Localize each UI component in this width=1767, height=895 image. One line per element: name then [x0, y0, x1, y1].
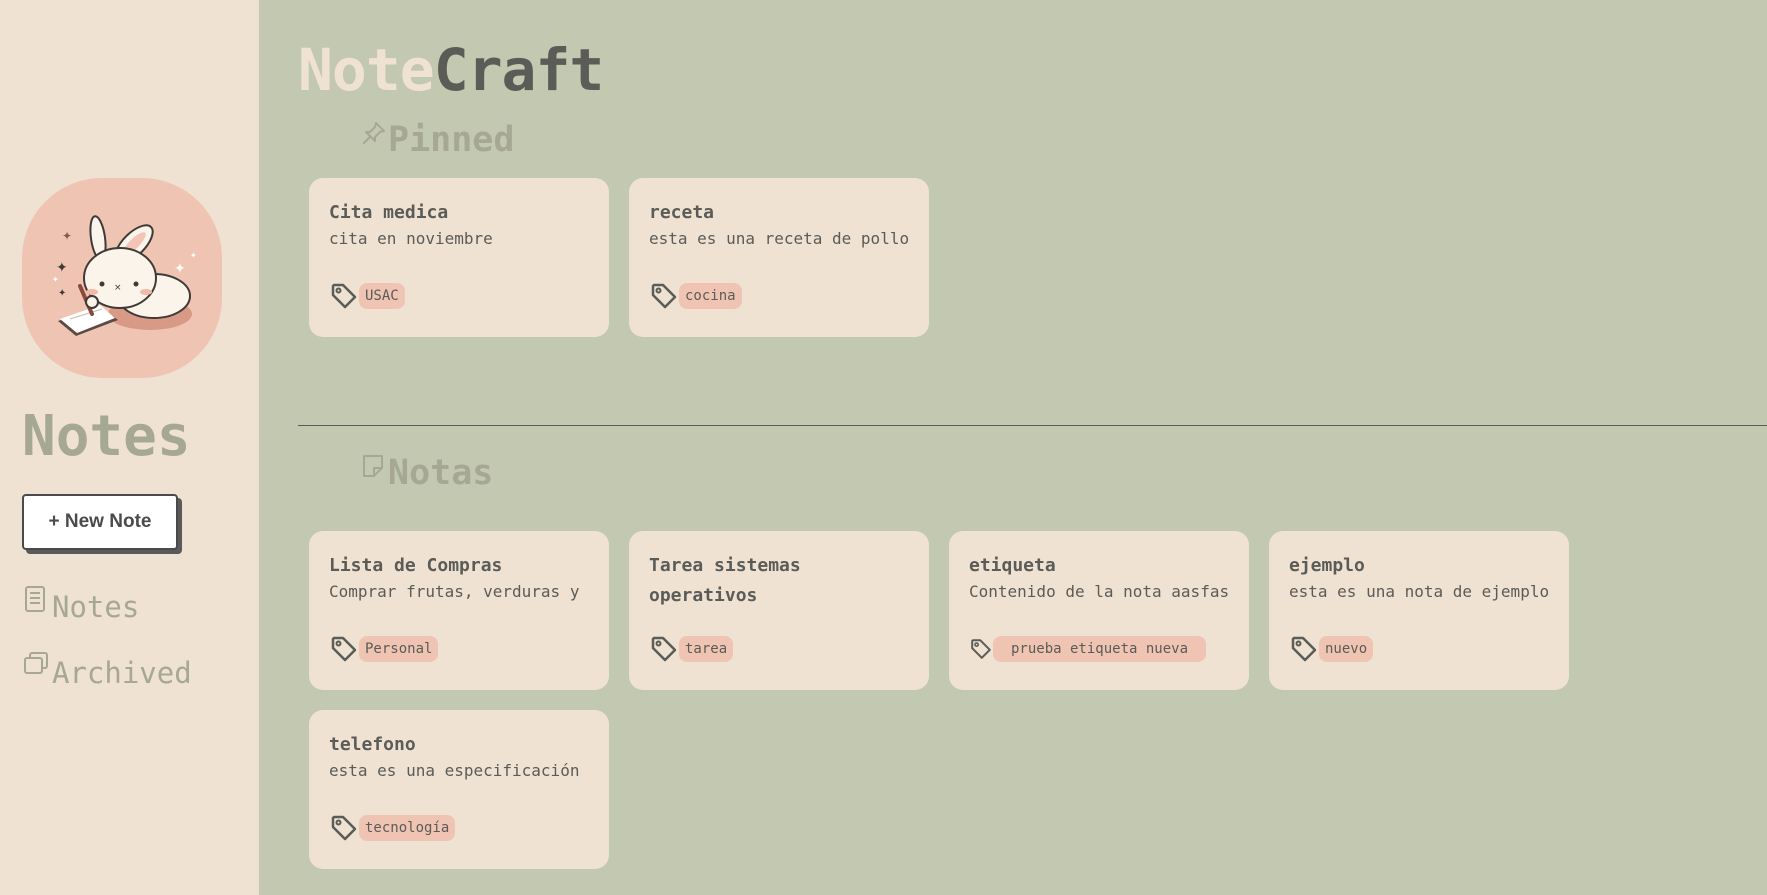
svg-text:✦: ✦ — [62, 229, 72, 243]
new-note-button[interactable]: + New Note — [22, 494, 178, 550]
note-tags: cocina — [649, 281, 742, 311]
note-card[interactable]: etiqueta Contenido de la nota aasfas pru… — [949, 531, 1249, 690]
note-title: etiqueta — [969, 555, 1056, 576]
note-tags: tecnología — [329, 813, 456, 843]
tag-badge[interactable]: tarea — [679, 636, 734, 662]
svg-text:×: × — [114, 283, 122, 293]
nav-label-notes: Notes — [52, 590, 140, 624]
nav-label-archived: Archived — [52, 656, 192, 690]
tag-icon — [651, 283, 677, 309]
note-card[interactable]: receta esta es una receta de pollo cocin… — [629, 178, 929, 337]
note-content: esta es una nota de ejemplo — [1289, 582, 1549, 601]
pinned-section-title: Pinned — [360, 118, 514, 162]
nav-item-archived[interactable]: Archived — [22, 646, 192, 690]
pinned-title-text: Pinned — [388, 120, 515, 160]
sticky-note-icon — [363, 455, 383, 477]
notes-grid: Lista de Compras Comprar frutas, verdura… — [309, 531, 1569, 869]
note-card[interactable]: Lista de Compras Comprar frutas, verdura… — [309, 531, 609, 690]
tag-badge[interactable]: nuevo — [1319, 636, 1374, 662]
sidebar-title: Notes — [22, 404, 191, 469]
note-title: Tarea sistemas operativos — [649, 555, 801, 606]
tag-icon — [1291, 636, 1317, 662]
nav-item-notes[interactable]: Notes — [22, 580, 139, 624]
notes-section-title: Notas — [360, 451, 493, 495]
tag-icon — [971, 639, 991, 659]
tag-badge[interactable]: Personal — [359, 636, 439, 662]
note-tags: USAC — [329, 281, 405, 311]
sidebar: × ✦ ✦ ✦ ✦ ✦ ✦ Notes + New Note Notes Arc… — [0, 0, 259, 895]
archive-icon — [24, 652, 48, 674]
note-tags: nuevo — [1289, 634, 1374, 664]
note-title: telefono — [329, 734, 416, 755]
brand-part-note: Note — [298, 36, 435, 104]
note-title: receta — [649, 202, 715, 223]
note-title: Cita medica — [329, 202, 449, 223]
note-content: esta es una receta de pollo — [649, 229, 909, 248]
note-card[interactable]: Cita medica cita en noviembre USAC — [309, 178, 609, 337]
svg-text:✦: ✦ — [56, 260, 68, 276]
tag-badge[interactable]: USAC — [359, 283, 405, 309]
tag-badge[interactable]: cocina — [679, 283, 742, 309]
note-content: Contenido de la nota aasfas — [969, 582, 1229, 601]
svg-text:✦: ✦ — [174, 261, 186, 277]
tag-badge[interactable]: tecnología — [359, 815, 456, 841]
note-card[interactable]: ejemplo esta es una nota de ejemplo nuev… — [1269, 531, 1569, 690]
section-divider — [298, 425, 1767, 426]
note-card[interactable]: Tarea sistemas operativos tarea — [629, 531, 929, 690]
note-tags: tarea — [649, 634, 734, 664]
svg-text:✦: ✦ — [190, 251, 197, 260]
tag-badge[interactable]: prueba etiqueta nueva — [993, 636, 1207, 662]
tag-icon — [331, 815, 357, 841]
svg-text:✦: ✦ — [52, 275, 59, 284]
document-icon — [25, 586, 45, 612]
tag-icon — [331, 283, 357, 309]
pinned-notes-grid: Cita medica cita en noviembre USAC recet… — [309, 178, 1569, 337]
bunny-mascot-logo: × ✦ ✦ ✦ ✦ ✦ ✦ — [22, 178, 222, 378]
note-content: esta es una especificación — [329, 761, 580, 780]
tag-icon — [331, 636, 357, 662]
svg-text:✦: ✦ — [58, 288, 66, 299]
pin-icon — [363, 122, 385, 144]
bunny-illustration: × ✦ ✦ ✦ ✦ ✦ ✦ — [52, 215, 197, 336]
brand-part-craft: Craft — [433, 36, 605, 104]
tag-icon — [651, 636, 677, 662]
notes-title-text: Notas — [388, 453, 494, 493]
note-card[interactable]: telefono esta es una especificación tecn… — [309, 710, 609, 869]
note-content: cita en noviembre — [329, 229, 493, 248]
note-title: ejemplo — [1289, 555, 1365, 576]
note-title: Lista de Compras — [329, 555, 503, 576]
app-brand-title: NoteCraft — [298, 30, 605, 110]
note-content: Comprar frutas, verduras y — [329, 582, 580, 601]
note-tags: prueba etiqueta nueva — [969, 634, 1207, 664]
note-tags: Personal — [329, 634, 439, 664]
